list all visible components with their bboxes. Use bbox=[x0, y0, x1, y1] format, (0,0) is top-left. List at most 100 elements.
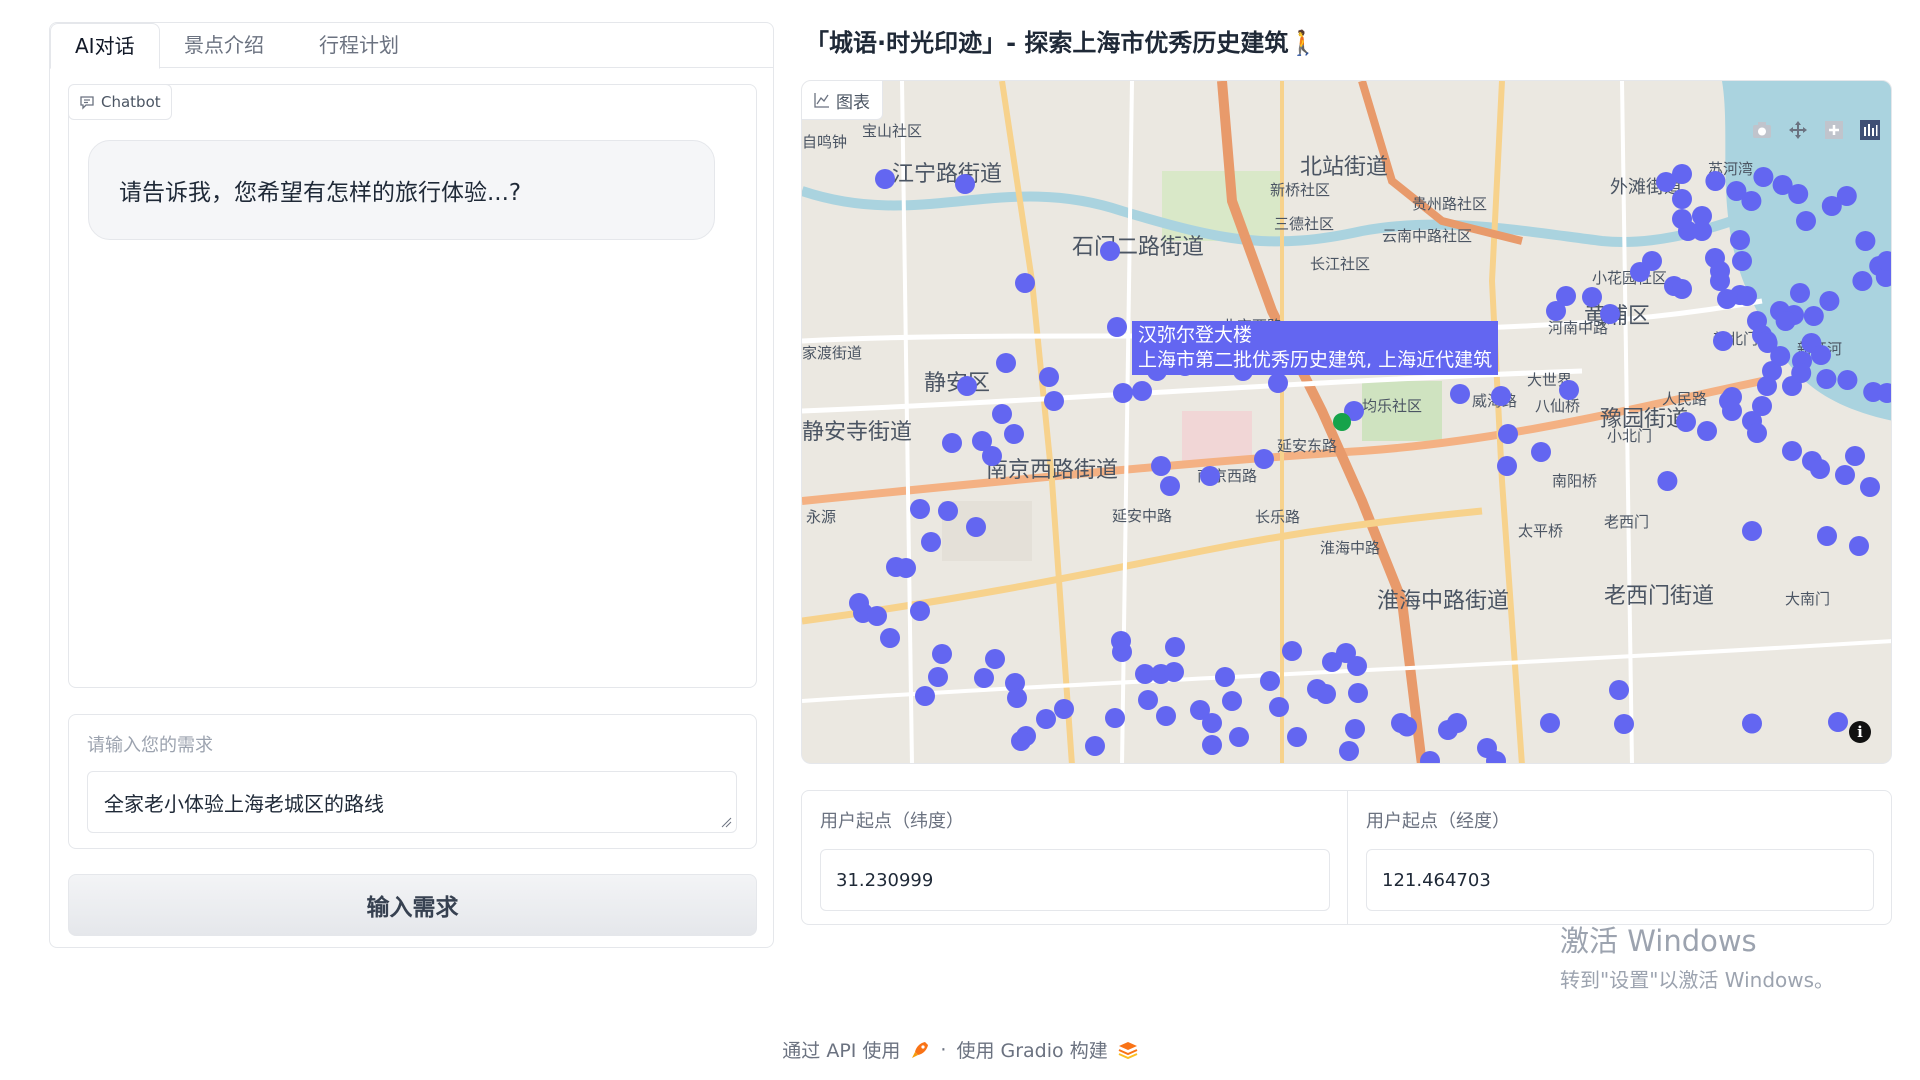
building-marker[interactable] bbox=[1202, 735, 1222, 755]
building-marker[interactable] bbox=[1345, 719, 1365, 739]
pan-icon[interactable] bbox=[1785, 117, 1811, 143]
building-marker[interactable] bbox=[985, 649, 1005, 669]
building-marker[interactable] bbox=[910, 499, 930, 519]
building-marker[interactable] bbox=[992, 404, 1012, 424]
building-marker[interactable] bbox=[1011, 731, 1031, 751]
map-plot[interactable]: 江宁路街道石门二路街道北站街道静安区南京东路街道黄浦区南京西路街道静安寺街道淮海… bbox=[801, 80, 1892, 764]
building-marker[interactable] bbox=[1790, 283, 1810, 303]
building-marker[interactable] bbox=[1836, 186, 1857, 206]
building-marker[interactable] bbox=[982, 446, 1002, 466]
building-marker[interactable] bbox=[1229, 727, 1249, 747]
building-marker[interactable] bbox=[1111, 631, 1131, 651]
building-marker[interactable] bbox=[1491, 386, 1511, 406]
submit-request-button[interactable]: 输入需求 bbox=[68, 874, 757, 936]
resize-handle-icon[interactable] bbox=[720, 816, 732, 828]
building-marker[interactable] bbox=[921, 532, 941, 552]
building-marker[interactable] bbox=[1730, 230, 1750, 250]
building-marker[interactable] bbox=[1287, 727, 1307, 747]
building-marker[interactable] bbox=[867, 606, 887, 626]
building-marker[interactable] bbox=[938, 501, 958, 521]
building-marker[interactable] bbox=[1757, 376, 1777, 396]
building-marker[interactable] bbox=[1254, 449, 1274, 469]
building-marker[interactable] bbox=[1742, 521, 1762, 541]
building-marker[interactable] bbox=[1803, 306, 1824, 326]
info-icon[interactable]: i bbox=[1849, 721, 1871, 743]
building-marker[interactable] bbox=[1810, 459, 1830, 479]
building-marker[interactable] bbox=[1742, 713, 1762, 734]
building-marker[interactable] bbox=[1672, 279, 1692, 299]
building-marker[interactable] bbox=[1202, 713, 1222, 733]
building-marker[interactable] bbox=[1775, 311, 1796, 331]
building-marker[interactable] bbox=[875, 169, 895, 189]
building-marker[interactable] bbox=[915, 686, 935, 706]
latitude-input[interactable]: 31.230999 bbox=[820, 849, 1330, 911]
building-marker[interactable] bbox=[1540, 713, 1560, 733]
tab-attractions[interactable]: 景点介绍 bbox=[160, 23, 288, 67]
building-marker[interactable] bbox=[1039, 367, 1059, 387]
building-marker[interactable] bbox=[1672, 209, 1692, 229]
building-marker[interactable] bbox=[1200, 466, 1220, 486]
building-marker[interactable] bbox=[1845, 446, 1865, 466]
building-marker[interactable] bbox=[1559, 380, 1579, 400]
building-marker[interactable] bbox=[996, 353, 1016, 373]
building-marker[interactable] bbox=[1788, 184, 1809, 204]
building-marker[interactable] bbox=[1747, 423, 1767, 443]
building-marker[interactable] bbox=[1710, 271, 1730, 291]
building-marker[interactable] bbox=[1614, 714, 1634, 734]
building-marker[interactable] bbox=[1732, 251, 1752, 271]
building-marker[interactable] bbox=[1837, 370, 1858, 390]
building-marker[interactable] bbox=[1316, 684, 1336, 704]
building-marker[interactable] bbox=[1828, 712, 1848, 732]
building-marker[interactable] bbox=[1498, 424, 1518, 444]
building-marker[interactable] bbox=[1855, 231, 1876, 251]
building-marker[interactable] bbox=[1100, 241, 1120, 261]
building-marker[interactable] bbox=[1322, 652, 1342, 672]
building-marker[interactable] bbox=[1791, 363, 1812, 383]
building-marker[interactable] bbox=[1282, 641, 1302, 661]
building-marker[interactable] bbox=[1339, 741, 1359, 761]
building-marker[interactable] bbox=[896, 558, 916, 578]
building-marker[interactable] bbox=[1450, 384, 1470, 404]
building-marker[interactable] bbox=[1397, 716, 1417, 737]
tab-itinerary[interactable]: 行程计划 bbox=[295, 23, 423, 67]
building-marker[interactable] bbox=[1156, 706, 1176, 726]
building-marker[interactable] bbox=[1600, 304, 1620, 324]
zoom-in-icon[interactable] bbox=[1821, 117, 1847, 143]
building-marker[interactable] bbox=[1753, 167, 1774, 187]
building-marker[interactable] bbox=[1132, 381, 1152, 401]
tab-ai-chat[interactable]: AI对话 bbox=[50, 23, 160, 69]
building-marker[interactable] bbox=[1348, 683, 1368, 703]
building-marker[interactable] bbox=[1816, 369, 1837, 389]
map-canvas[interactable]: 江宁路街道石门二路街道北站街道静安区南京东路街道黄浦区南京西路街道静安寺街道淮海… bbox=[802, 81, 1892, 764]
building-marker[interactable] bbox=[1151, 456, 1171, 476]
building-marker[interactable] bbox=[1860, 477, 1880, 497]
building-marker[interactable] bbox=[1269, 697, 1289, 717]
building-marker[interactable] bbox=[1819, 291, 1840, 311]
building-marker[interactable] bbox=[1546, 301, 1566, 321]
building-marker[interactable] bbox=[1796, 211, 1816, 231]
building-marker[interactable] bbox=[1107, 317, 1127, 337]
building-marker[interactable] bbox=[932, 644, 952, 664]
building-marker[interactable] bbox=[1044, 391, 1064, 411]
building-marker[interactable] bbox=[910, 601, 930, 621]
api-link[interactable]: 通过 API 使用 bbox=[782, 1036, 900, 1063]
building-marker[interactable] bbox=[1165, 637, 1185, 657]
building-marker[interactable] bbox=[1849, 536, 1869, 556]
building-marker[interactable] bbox=[1657, 471, 1678, 491]
building-marker[interactable] bbox=[1835, 465, 1855, 485]
building-marker[interactable] bbox=[1642, 251, 1662, 271]
building-marker[interactable] bbox=[1164, 662, 1184, 682]
building-marker[interactable] bbox=[1105, 708, 1125, 728]
building-marker[interactable] bbox=[1007, 688, 1027, 708]
building-marker[interactable] bbox=[1215, 667, 1235, 687]
building-marker[interactable] bbox=[1717, 289, 1737, 309]
building-marker[interactable] bbox=[880, 628, 900, 648]
building-marker[interactable] bbox=[1713, 331, 1733, 351]
building-marker[interactable] bbox=[1741, 191, 1762, 211]
building-marker[interactable] bbox=[1722, 401, 1742, 421]
building-marker[interactable] bbox=[928, 667, 948, 687]
building-marker[interactable] bbox=[1085, 736, 1105, 756]
longitude-input[interactable]: 121.464703 bbox=[1366, 849, 1874, 911]
building-marker[interactable] bbox=[1692, 221, 1712, 241]
building-marker[interactable] bbox=[849, 593, 869, 613]
